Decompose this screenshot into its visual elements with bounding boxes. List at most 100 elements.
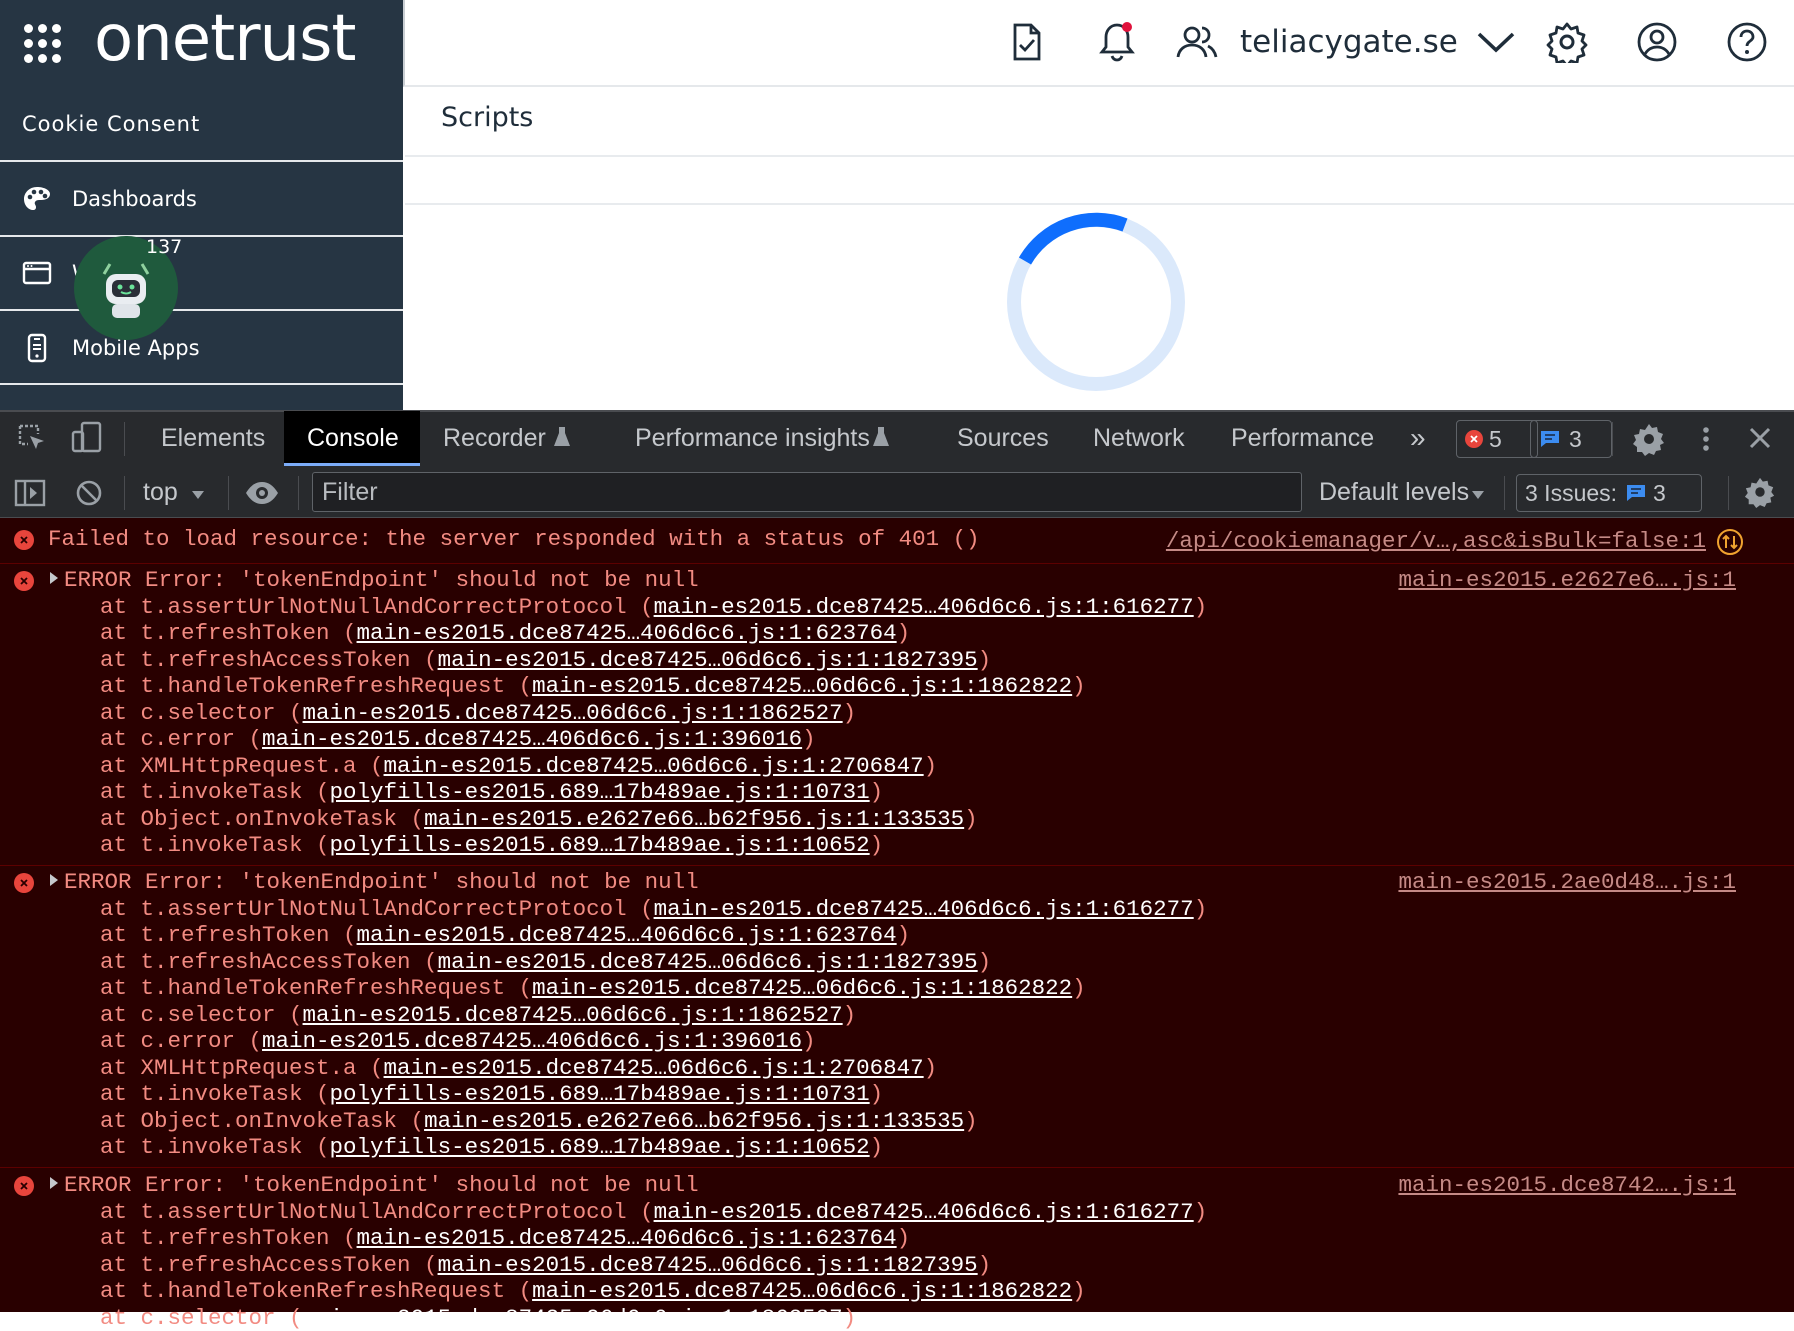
context-selector[interactable]: top: [143, 470, 178, 514]
stack-frame-link[interactable]: main-es2015.dce87425…06d6c6.js:1:1862527: [303, 700, 843, 726]
stack-frame-paren: ): [964, 1108, 978, 1134]
gear-icon[interactable]: [1543, 18, 1591, 66]
stack-frame-link[interactable]: main-es2015.dce87425…06d6c6.js:1:1827395: [438, 647, 978, 673]
device-toolbar-icon[interactable]: [70, 420, 104, 454]
expand-triangle-icon[interactable]: [50, 1177, 58, 1189]
stack-frame-function: at t.refreshAccessToken (: [100, 1252, 438, 1278]
sidebar-item-websites[interactable]: W: [0, 237, 403, 309]
stack-frame-paren: ): [1194, 1199, 1208, 1225]
notification-bell-icon[interactable]: [1093, 18, 1141, 66]
expand-triangle-icon[interactable]: [50, 874, 58, 886]
tab-recorder[interactable]: Recorder: [443, 410, 546, 466]
expand-triangle-icon[interactable]: [50, 572, 58, 584]
message-count-badge[interactable]: 3: [1530, 420, 1612, 458]
live-expression-eye-icon[interactable]: [244, 478, 280, 508]
stack-frame-paren: ): [964, 806, 978, 832]
stack-frame-paren: ): [924, 753, 938, 779]
stack-frame: at t.refreshAccessToken (main-es2015.dce…: [100, 1252, 991, 1279]
app-launcher-grid-icon[interactable]: [24, 24, 64, 64]
user-account-icon[interactable]: [1633, 18, 1681, 66]
stack-frame-link[interactable]: polyfills-es2015.689…17b489ae.js:1:10652: [330, 832, 870, 858]
inspect-element-icon[interactable]: [16, 422, 48, 454]
tab-elements[interactable]: Elements: [161, 410, 265, 466]
error-header[interactable]: ERROR Error: 'tokenEndpoint' should not …: [50, 567, 699, 594]
stack-frame-link[interactable]: main-es2015.e2627e66…b62f956.js:1:133535: [424, 1108, 964, 1134]
stack-frame: at Object.onInvokeTask (main-es2015.e262…: [100, 1108, 978, 1135]
stack-frame-link[interactable]: main-es2015.dce87425…06d6c6.js:1:1862527: [303, 1002, 843, 1028]
toolbar-separator: [1504, 476, 1505, 510]
tab-sources[interactable]: Sources: [957, 410, 1049, 466]
robot-icon: [90, 252, 162, 324]
stack-frame-paren: ): [802, 726, 816, 752]
error-count-badge[interactable]: 5: [1456, 420, 1538, 458]
stack-frame-link[interactable]: polyfills-es2015.689…17b489ae.js:1:10731: [330, 1081, 870, 1107]
stack-frame-link[interactable]: main-es2015.dce87425…406d6c6.js:1:623764: [357, 1225, 897, 1251]
content-divider: [405, 203, 1794, 205]
show-sidebar-icon[interactable]: [14, 478, 46, 508]
more-options-kebab-icon[interactable]: [1700, 422, 1712, 456]
chevron-down-icon[interactable]: [1472, 18, 1520, 66]
users-icon[interactable]: [1173, 18, 1221, 66]
console-error-group[interactable]: ERROR Error: 'tokenEndpoint' should not …: [0, 563, 1794, 866]
source-link[interactable]: main-es2015.dce8742….js:1: [1398, 1172, 1736, 1198]
error-header[interactable]: ERROR Error: 'tokenEndpoint' should not …: [50, 869, 699, 896]
console-error-group[interactable]: ERROR Error: 'tokenEndpoint' should not …: [0, 1168, 1794, 1312]
toolbar-separator: [228, 476, 229, 510]
stack-frame-link[interactable]: main-es2015.dce87425…406d6c6.js:1:396016: [262, 1028, 802, 1054]
stack-frame-paren: ): [897, 620, 911, 646]
stack-frame-link[interactable]: main-es2015.dce87425…06d6c6.js:1:2706847: [384, 1055, 924, 1081]
stack-frame-link[interactable]: main-es2015.e2627e66…b62f956.js:1:133535: [424, 806, 964, 832]
devtools-settings-gear-icon[interactable]: [1632, 422, 1666, 456]
log-levels-dropdown[interactable]: Default levels: [1319, 470, 1469, 514]
filter-input[interactable]: [312, 472, 1302, 512]
stack-frame-link[interactable]: main-es2015.dce87425…06d6c6.js:1:1862527: [303, 1305, 843, 1331]
stack-frame-link[interactable]: main-es2015.dce87425…406d6c6.js:1:623764: [357, 922, 897, 948]
error-icon: [14, 530, 34, 550]
stack-frame-link[interactable]: polyfills-es2015.689…17b489ae.js:1:10652: [330, 1134, 870, 1160]
stack-frame-paren: ): [843, 1305, 857, 1331]
message-icon: [1625, 483, 1647, 503]
issues-button[interactable]: 3 Issues: 3: [1516, 474, 1702, 512]
close-devtools-icon[interactable]: [1746, 424, 1774, 452]
error-header[interactable]: ERROR Error: 'tokenEndpoint' should not …: [50, 1172, 699, 1199]
console-settings-gear-icon[interactable]: [1744, 476, 1776, 508]
stack-frame-link[interactable]: main-es2015.dce87425…06d6c6.js:1:2706847: [384, 753, 924, 779]
clear-console-icon[interactable]: [74, 478, 104, 508]
sidebar-item-mobile-apps[interactable]: Mobile Apps: [0, 312, 403, 384]
stack-frame-link[interactable]: main-es2015.dce87425…06d6c6.js:1:1862822: [532, 673, 1072, 699]
network-request-icon[interactable]: [1716, 528, 1744, 556]
stack-frame-link[interactable]: main-es2015.dce87425…406d6c6.js:1:616277: [654, 1199, 1194, 1225]
stack-frame-function: at t.refreshAccessToken (: [100, 647, 438, 673]
source-link[interactable]: main-es2015.2ae0d48….js:1: [1398, 869, 1736, 895]
tab-performance[interactable]: Performance: [1231, 410, 1374, 466]
source-link[interactable]: main-es2015.e2627e6….js:1: [1398, 567, 1736, 593]
stack-frame-link[interactable]: main-es2015.dce87425…06d6c6.js:1:1862822: [532, 1278, 1072, 1304]
source-link[interactable]: /api/cookiemanager/v…,asc&isBulk=false:1: [1166, 528, 1706, 554]
console-error-group[interactable]: ERROR Error: 'tokenEndpoint' should not …: [0, 865, 1794, 1168]
stack-frame-link[interactable]: main-es2015.dce87425…406d6c6.js:1:616277: [654, 896, 1194, 922]
more-tabs-button[interactable]: »: [1410, 410, 1426, 466]
stack-frame-link[interactable]: main-es2015.dce87425…06d6c6.js:1:1827395: [438, 949, 978, 975]
stack-frame-link[interactable]: main-es2015.dce87425…06d6c6.js:1:1827395: [438, 1252, 978, 1278]
stack-frame-paren: ): [978, 1252, 992, 1278]
tab-performance-insights[interactable]: Performance insights: [635, 410, 870, 466]
stack-frame-paren: ): [1072, 1278, 1086, 1304]
stack-frame-function: at t.invokeTask (: [100, 832, 330, 858]
issues-label: 3 Issues:: [1525, 480, 1617, 507]
stack-frame-link[interactable]: main-es2015.dce87425…06d6c6.js:1:1862822: [532, 975, 1072, 1001]
stack-frame-link[interactable]: polyfills-es2015.689…17b489ae.js:1:10731: [330, 779, 870, 805]
stack-frame-paren: ): [870, 1081, 884, 1107]
stack-frame: at t.refreshToken (main-es2015.dce87425……: [100, 1225, 910, 1252]
tab-network[interactable]: Network: [1093, 410, 1185, 466]
stack-frame: at c.error (main-es2015.dce87425…406d6c6…: [100, 726, 816, 753]
stack-frame-link[interactable]: main-es2015.dce87425…406d6c6.js:1:616277: [654, 594, 1194, 620]
task-checklist-icon[interactable]: [1003, 18, 1051, 66]
tab-console[interactable]: Console: [307, 410, 399, 466]
help-icon[interactable]: [1723, 18, 1771, 66]
stack-frame-link[interactable]: main-es2015.dce87425…406d6c6.js:1:396016: [262, 726, 802, 752]
sidebar-item-dashboards[interactable]: Dashboards: [0, 163, 403, 235]
onetrust-logo[interactable]: onetrust: [94, 0, 356, 82]
stack-frame-function: at t.refreshToken (: [100, 620, 357, 646]
organization-name[interactable]: teliacygate.se: [1240, 22, 1458, 62]
stack-frame-link[interactable]: main-es2015.dce87425…406d6c6.js:1:623764: [357, 620, 897, 646]
